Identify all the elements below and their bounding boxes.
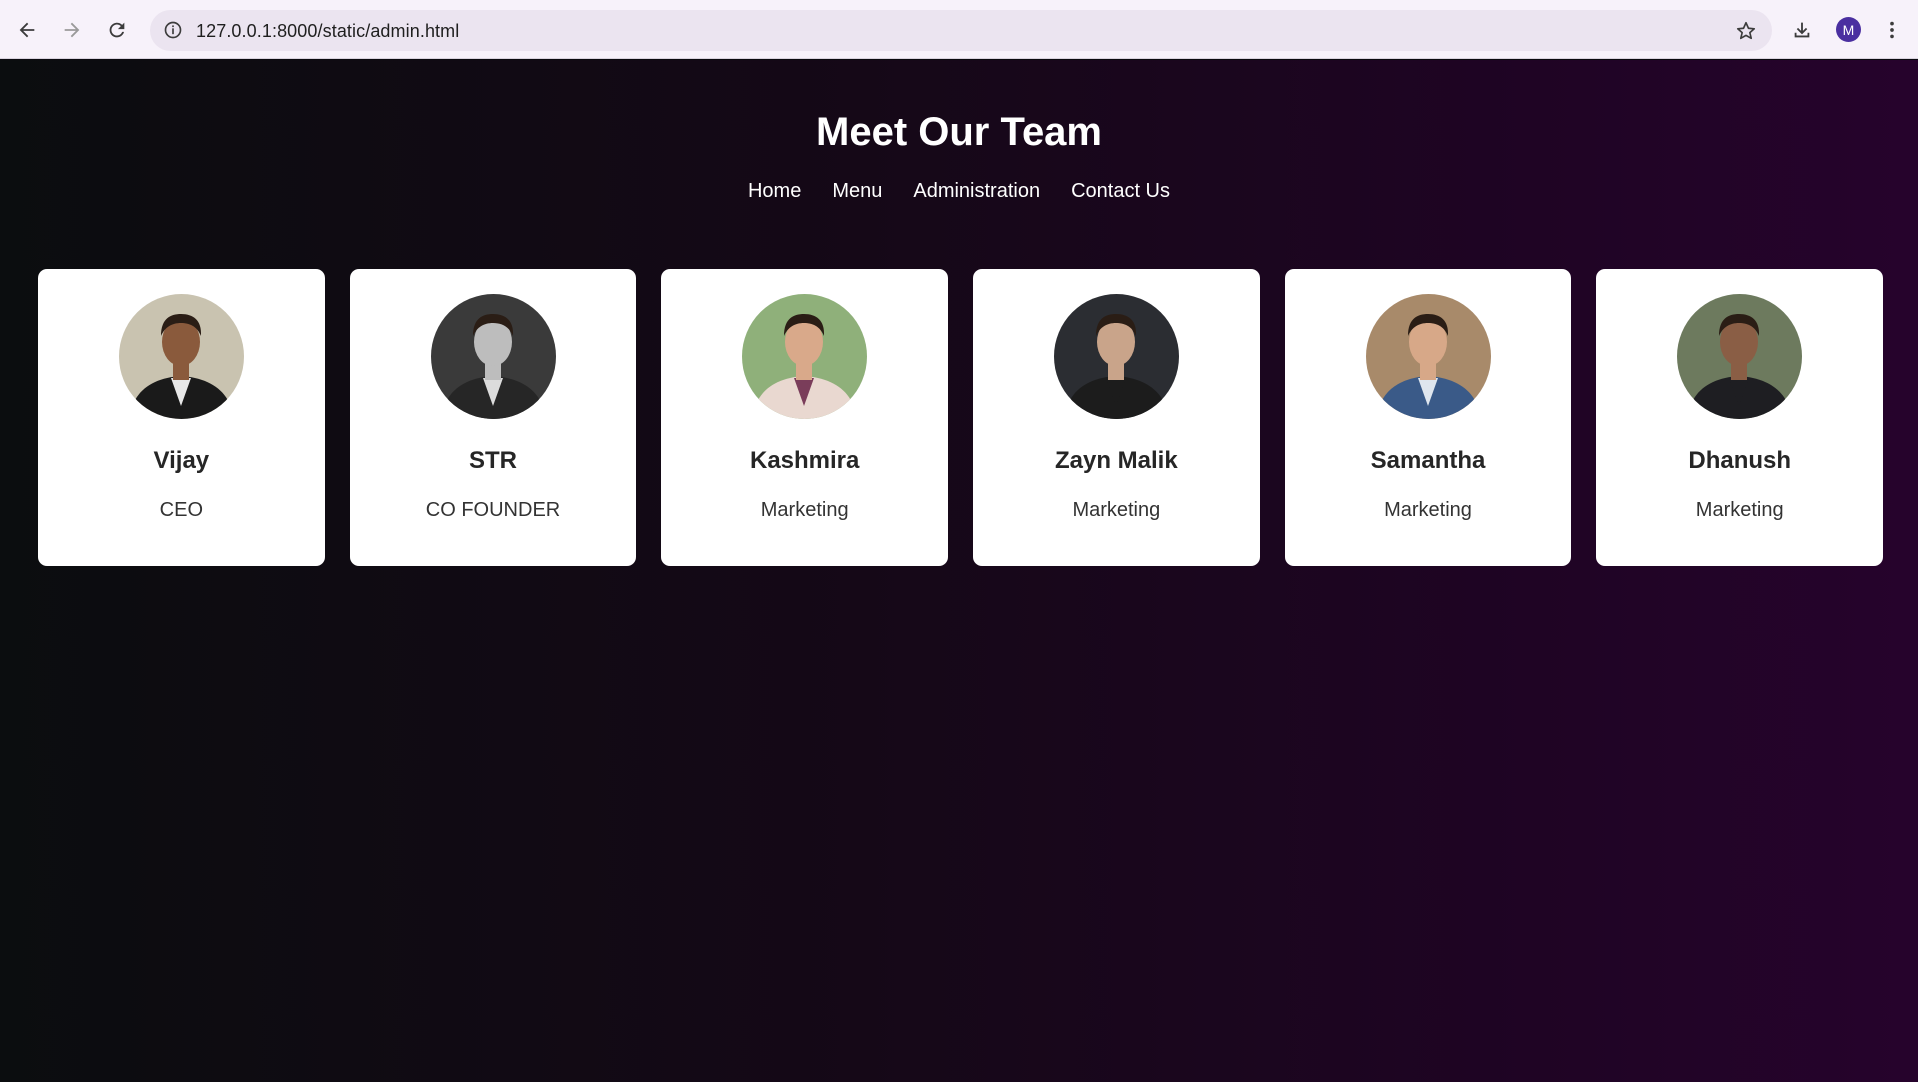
nav-link-contact-us[interactable]: Contact Us	[1071, 180, 1170, 203]
team-card: Zayn Malik Marketing	[973, 269, 1260, 566]
avatar	[1677, 294, 1803, 419]
forward-button[interactable]	[54, 12, 90, 48]
avatar	[742, 294, 868, 419]
download-icon	[1794, 22, 1810, 38]
bookmark-star-icon[interactable]	[1734, 19, 1758, 43]
profile-avatar[interactable]: M	[1836, 17, 1861, 42]
avatar	[118, 294, 244, 419]
back-button[interactable]	[9, 12, 45, 48]
main-nav: Home Menu Administration Contact Us	[0, 180, 1918, 203]
arrow-left-icon	[19, 22, 35, 38]
member-name: Vijay	[153, 447, 210, 474]
member-name: Kashmira	[749, 447, 860, 474]
nav-link-administration[interactable]: Administration	[913, 180, 1040, 203]
nav-link-home[interactable]: Home	[748, 180, 801, 203]
member-name: STR	[469, 447, 517, 474]
arrow-right-icon	[64, 22, 80, 38]
member-role: CO FOUNDER	[425, 499, 561, 521]
team-card: Samantha Marketing	[1284, 269, 1572, 566]
url-text[interactable]: 127.0.0.1:8000/static/admin.html	[196, 21, 459, 42]
team-cards: Vijay CEO STR CO FOUNDER Kashmira Market…	[38, 269, 1884, 566]
browser-menu-button[interactable]	[1874, 12, 1910, 48]
team-card: STR CO FOUNDER	[349, 269, 637, 566]
reload-button[interactable]	[99, 12, 135, 48]
team-card: Dhanush Marketing	[1596, 269, 1884, 566]
browser-toolbar: 127.0.0.1:8000/static/admin.html M	[0, 0, 1918, 59]
member-name: Samantha	[1370, 447, 1486, 474]
member-name: Dhanush	[1688, 447, 1792, 474]
page-body: Meet Our Team Home Menu Administration C…	[0, 60, 1918, 1082]
page-title: Meet Our Team	[816, 110, 1102, 154]
avatar	[1365, 294, 1491, 419]
downloads-button[interactable]	[1784, 12, 1820, 48]
team-card: Kashmira Marketing	[661, 269, 949, 566]
more-vert-icon	[1890, 21, 1894, 39]
member-name: Zayn Malik	[1054, 447, 1178, 474]
nav-link-menu[interactable]: Menu	[832, 180, 882, 203]
site-info-icon[interactable]	[162, 19, 184, 41]
avatar	[1053, 294, 1179, 419]
member-role: Marketing	[1695, 499, 1784, 521]
avatar	[430, 294, 556, 419]
member-role: CEO	[159, 499, 203, 521]
reload-icon	[109, 22, 125, 38]
member-role: Marketing	[760, 499, 849, 521]
team-card: Vijay CEO	[38, 269, 325, 566]
address-bar[interactable]: 127.0.0.1:8000/static/admin.html	[150, 10, 1772, 51]
member-role: Marketing	[1384, 499, 1472, 521]
member-role: Marketing	[1072, 499, 1161, 521]
